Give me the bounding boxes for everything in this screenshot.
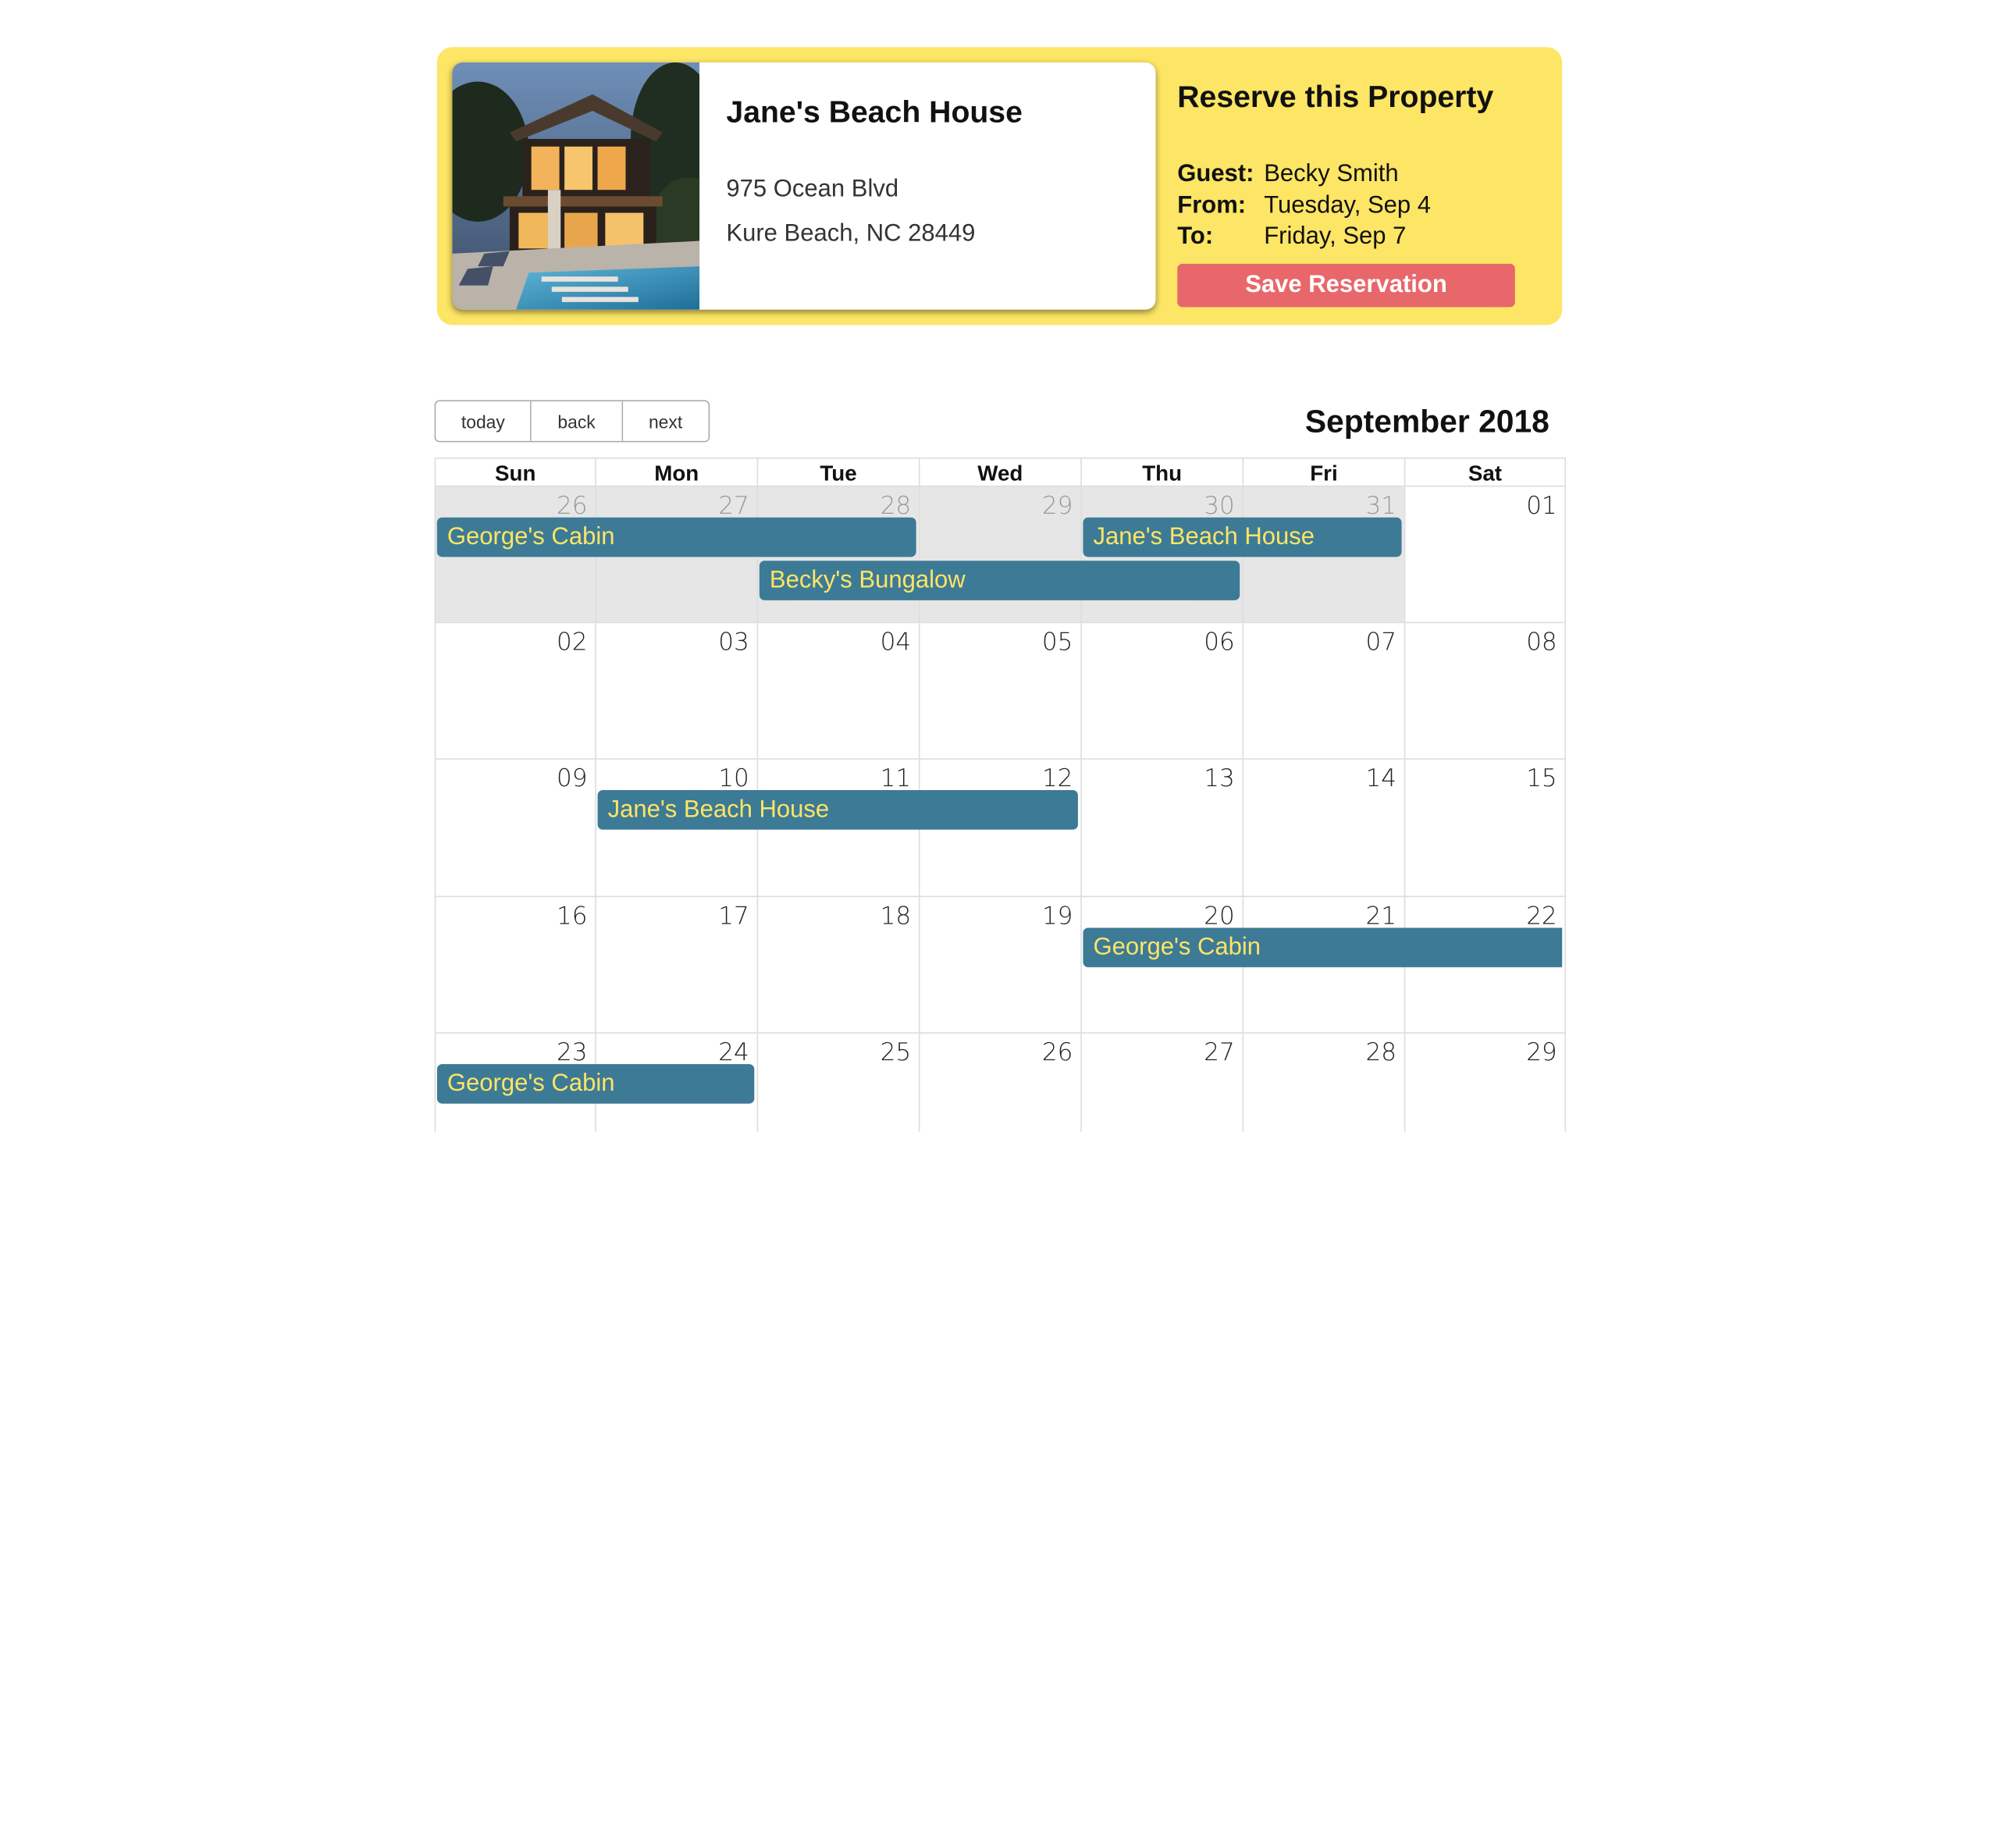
day-number[interactable]: 28 (881, 492, 911, 520)
from-value: Tuesday, Sep 4 (1264, 192, 1432, 219)
calendar-event[interactable]: George's Cabin (1083, 928, 1563, 967)
day-cell[interactable]: 05 (918, 621, 1081, 759)
reservation-panel: Jane's Beach House 975 Ocean Blvd Kure B… (436, 47, 1563, 326)
today-button[interactable]: today (436, 401, 532, 441)
calendar-event[interactable]: George's Cabin (436, 1063, 755, 1104)
day-number[interactable]: 29 (1042, 492, 1073, 520)
day-of-week-header: Sun Mon Tue Wed Thu Fri Sat (434, 457, 1567, 486)
day-number[interactable]: 05 (1042, 628, 1073, 657)
day-number[interactable]: 02 (557, 628, 587, 657)
day-cell[interactable]: 28 (1242, 1032, 1404, 1132)
day-cell[interactable]: 07 (1242, 621, 1404, 759)
month-calendar: Sun Mon Tue Wed Thu Fri Sat 26 27 28 29 30 31 01 02 03… (434, 457, 1567, 1132)
day-cell[interactable]: 19 (918, 896, 1081, 1033)
day-cell[interactable]: 25 (756, 1032, 919, 1132)
month-title: September 2018 (1304, 404, 1549, 440)
day-number[interactable]: 19 (1042, 903, 1073, 931)
day-cell[interactable]: 16 (434, 896, 596, 1033)
day-number[interactable]: 15 (1526, 764, 1557, 792)
day-number[interactable]: 31 (1366, 492, 1396, 520)
day-cell[interactable]: 06 (1080, 621, 1243, 759)
property-address-line2: Kure Beach, NC 28449 (726, 220, 976, 247)
day-cell[interactable]: 27 (1080, 1032, 1243, 1132)
day-number[interactable]: 18 (881, 903, 911, 931)
day-number[interactable]: 20 (1204, 903, 1234, 931)
day-number[interactable]: 14 (1366, 764, 1396, 792)
day-cell[interactable]: 09 (434, 758, 596, 896)
day-of-week-thu: Thu (1080, 457, 1243, 486)
day-number[interactable]: 03 (718, 628, 749, 657)
day-cell[interactable]: 15 (1404, 758, 1567, 896)
day-number[interactable]: 26 (557, 492, 587, 520)
day-number[interactable]: 27 (718, 492, 749, 520)
day-number[interactable]: 26 (1042, 1038, 1073, 1066)
day-cell[interactable]: 02 (434, 621, 596, 759)
reserve-title: Reserve this Property (1177, 80, 1494, 115)
day-number[interactable]: 22 (1526, 903, 1557, 931)
house-photo-icon (452, 62, 700, 310)
calendar-event[interactable]: Jane's Beach House (597, 790, 1078, 830)
day-number[interactable]: 13 (1204, 764, 1234, 792)
day-number[interactable]: 16 (557, 903, 587, 931)
day-of-week-mon: Mon (595, 457, 757, 486)
day-of-week-tue: Tue (756, 457, 919, 486)
day-cell[interactable]: 04 (756, 621, 919, 759)
day-number[interactable]: 09 (557, 764, 587, 792)
calendar-event[interactable]: Jane's Beach House (1083, 517, 1402, 557)
day-number[interactable]: 17 (718, 903, 749, 931)
day-number[interactable]: 21 (1366, 903, 1396, 931)
day-cell[interactable]: 08 (1404, 621, 1567, 759)
day-number[interactable]: 23 (557, 1038, 587, 1066)
day-cell[interactable]: 17 (595, 896, 757, 1033)
day-number[interactable]: 25 (881, 1038, 911, 1066)
day-cell[interactable]: 29 (918, 485, 1081, 622)
day-number[interactable]: 01 (1526, 492, 1557, 520)
day-of-week-sat: Sat (1404, 457, 1567, 486)
day-cell[interactable]: 01 (1404, 485, 1567, 622)
from-label: From: (1177, 192, 1247, 219)
guest-value: Becky Smith (1264, 160, 1399, 187)
day-number[interactable]: 29 (1526, 1038, 1557, 1066)
property-card[interactable]: Jane's Beach House 975 Ocean Blvd Kure B… (452, 62, 1156, 310)
calendar-event[interactable]: Becky's Bungalow (759, 561, 1240, 600)
next-button[interactable]: next (622, 401, 709, 441)
calendar-event[interactable]: George's Cabin (436, 517, 916, 557)
day-number[interactable]: 06 (1204, 628, 1234, 657)
property-name: Jane's Beach House (726, 95, 1023, 130)
day-cell[interactable]: 14 (1242, 758, 1404, 896)
day-of-week-wed: Wed (918, 457, 1081, 486)
day-number[interactable]: 27 (1204, 1038, 1234, 1066)
day-number[interactable]: 04 (881, 628, 911, 657)
day-number[interactable]: 08 (1526, 628, 1557, 657)
day-number[interactable]: 10 (718, 764, 749, 792)
save-reservation-button[interactable]: Save Reservation (1177, 263, 1515, 308)
day-number[interactable]: 07 (1366, 628, 1396, 657)
app-root: Jane's Beach House 975 Ocean Blvd Kure B… (0, 0, 1995, 1132)
day-cell[interactable]: 03 (595, 621, 757, 759)
day-number[interactable]: 12 (1042, 764, 1073, 792)
day-number[interactable]: 30 (1204, 492, 1234, 520)
guest-label: Guest: (1177, 160, 1254, 187)
property-address-line1: 975 Ocean Blvd (726, 176, 899, 203)
calendar-week-row: 02 03 04 05 06 07 08 (434, 621, 1567, 759)
day-number[interactable]: 28 (1366, 1038, 1396, 1066)
calendar-nav-buttons: today back next (434, 400, 710, 443)
to-value: Friday, Sep 7 (1264, 223, 1407, 250)
day-cell[interactable]: 13 (1080, 758, 1243, 896)
back-button[interactable]: back (532, 401, 623, 441)
day-of-week-fri: Fri (1242, 457, 1404, 486)
to-label: To: (1177, 223, 1214, 250)
day-number[interactable]: 11 (881, 764, 911, 792)
day-cell[interactable]: 26 (918, 1032, 1081, 1132)
day-of-week-sun: Sun (434, 457, 596, 486)
day-cell[interactable]: 18 (756, 896, 919, 1033)
day-number[interactable]: 24 (718, 1038, 749, 1066)
day-cell[interactable]: 29 (1404, 1032, 1567, 1132)
